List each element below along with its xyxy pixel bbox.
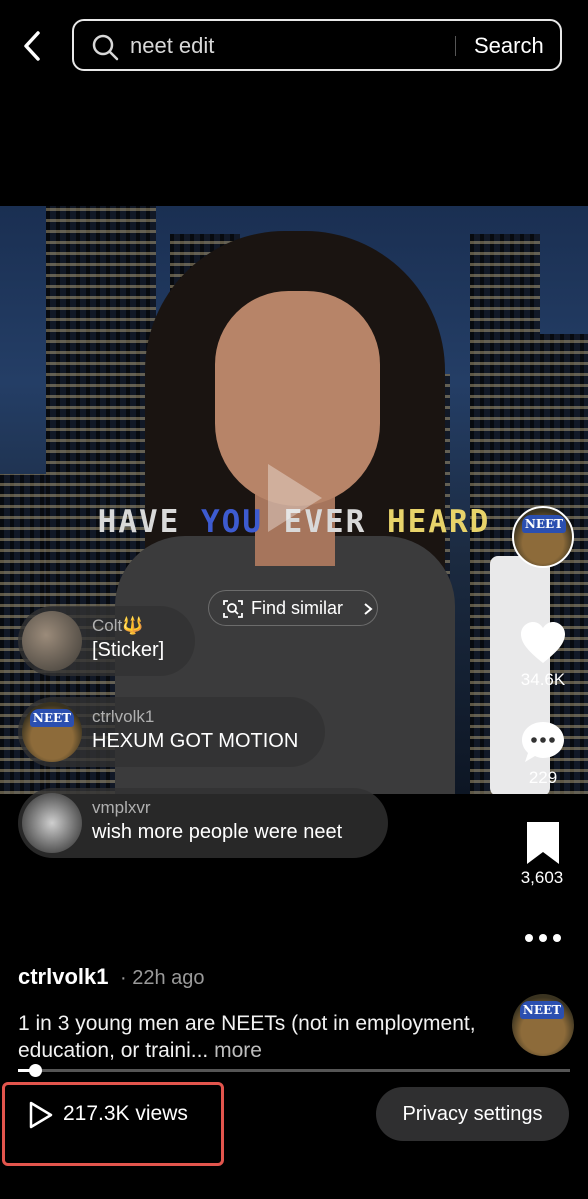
comment-icon[interactable] bbox=[518, 718, 568, 768]
caption-word: HEARD bbox=[387, 504, 491, 540]
avatar bbox=[22, 793, 82, 853]
search-button[interactable]: Search bbox=[474, 33, 544, 59]
post-author[interactable]: ctrlvolk1 bbox=[18, 964, 109, 990]
avatar bbox=[22, 611, 82, 671]
comment-count: 229 bbox=[528, 768, 558, 787]
post-time: · 22h ago bbox=[120, 967, 205, 989]
save-count: 3,603 bbox=[520, 868, 564, 887]
avatar bbox=[22, 702, 82, 762]
comment-user: ctrlvolk1 bbox=[92, 707, 155, 726]
privacy-settings-button[interactable]: Privacy settings bbox=[376, 1087, 569, 1141]
like-count: 34.6K bbox=[520, 670, 566, 689]
search-bar[interactable]: neet edit Search bbox=[72, 19, 562, 71]
creator-avatar[interactable] bbox=[512, 506, 574, 568]
find-similar-label: Find similar bbox=[251, 598, 344, 618]
comment-user: Colt🔱 bbox=[92, 616, 144, 635]
comment-text: wish more people were neet bbox=[92, 821, 343, 843]
caption-word: YOU bbox=[201, 504, 263, 540]
play-outline-icon bbox=[29, 1101, 53, 1129]
search-icon bbox=[92, 34, 119, 61]
progress-knob[interactable] bbox=[28, 1064, 42, 1077]
image-search-icon bbox=[223, 600, 243, 618]
sound-avatar[interactable] bbox=[512, 994, 574, 1056]
heart-icon[interactable] bbox=[518, 618, 568, 668]
back-button[interactable] bbox=[18, 28, 50, 64]
more-link[interactable]: more bbox=[214, 1039, 262, 1062]
post-description[interactable]: 1 in 3 young men are NEETs (not in emplo… bbox=[18, 1010, 498, 1064]
search-divider bbox=[455, 36, 456, 56]
chevron-left-icon bbox=[24, 31, 40, 61]
comment-bubble[interactable]: vmplxvr wish more people were neet bbox=[18, 788, 388, 858]
bookmark-icon[interactable] bbox=[518, 818, 568, 868]
comment-bubble[interactable]: ctrlvolk1 HEXUM GOT MOTION bbox=[18, 697, 325, 767]
caption-word: HAVE bbox=[97, 504, 181, 540]
comment-bubble[interactable]: Colt🔱 [Sticker] bbox=[18, 606, 195, 676]
comment-user: vmplxvr bbox=[92, 798, 151, 817]
find-similar-button[interactable]: Find similar bbox=[208, 590, 378, 626]
comment-text: [Sticker] bbox=[92, 639, 165, 661]
chevron-right-icon bbox=[364, 603, 373, 615]
play-icon[interactable] bbox=[262, 458, 328, 538]
comment-text: HEXUM GOT MOTION bbox=[92, 730, 299, 752]
view-count[interactable]: 217.3K views bbox=[63, 1102, 188, 1126]
playback-progress[interactable] bbox=[18, 1064, 570, 1077]
more-options-icon[interactable] bbox=[522, 930, 564, 946]
search-input[interactable]: neet edit bbox=[130, 33, 214, 59]
